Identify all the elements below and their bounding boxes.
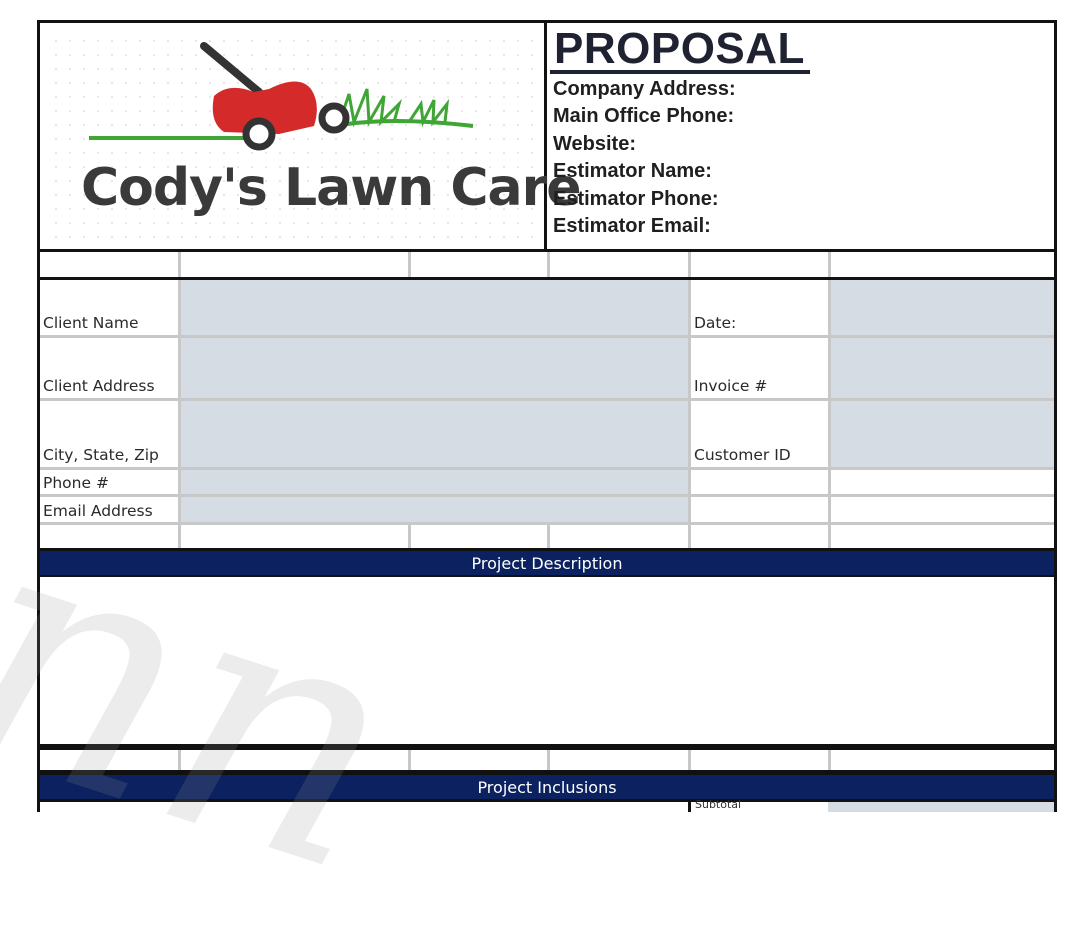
subtotal-label: Subtotal xyxy=(695,798,742,811)
inclusions-row: Subtotal xyxy=(37,798,1057,812)
grid-line xyxy=(178,750,181,770)
lawn-mower-icon xyxy=(89,42,474,151)
grid-line xyxy=(40,494,1054,497)
date-input[interactable] xyxy=(831,280,1054,335)
email-label-cell: Email Address xyxy=(40,497,178,522)
project-inclusions-title: Project Inclusions xyxy=(477,777,617,797)
grid-line xyxy=(40,467,1054,470)
document-title: PROPOSAL xyxy=(554,24,805,73)
grid-line xyxy=(547,750,550,770)
customer-id-label: Customer ID xyxy=(694,446,791,464)
company-info-list: Company Address: Main Office Phone: Webs… xyxy=(553,76,736,240)
customer-id-label-cell: Customer ID xyxy=(691,401,828,467)
estimator-phone-label: Estimator Phone: xyxy=(553,187,719,210)
main-office-phone-label: Main Office Phone: xyxy=(553,105,735,128)
project-inclusions-header: Project Inclusions xyxy=(37,772,1057,802)
city-state-zip-label-cell: City, State, Zip xyxy=(40,401,178,467)
grid-line xyxy=(408,750,411,770)
email-label: Email Address xyxy=(43,502,153,520)
grid-line xyxy=(178,252,181,277)
email-input[interactable] xyxy=(181,497,688,522)
city-state-zip-input[interactable] xyxy=(181,401,688,467)
grid-line xyxy=(688,750,691,770)
grid-line xyxy=(408,252,411,277)
spacer-row xyxy=(37,747,1057,773)
client-address-label: Client Address xyxy=(43,377,155,395)
company-logo: Cody's Lawn Care xyxy=(49,34,582,239)
invoice-input[interactable] xyxy=(831,338,1054,398)
grid-line xyxy=(40,335,1054,338)
grid-line xyxy=(547,525,550,549)
project-description-title: Project Description xyxy=(471,553,623,573)
project-description-input[interactable] xyxy=(37,577,1057,747)
phone-label-cell: Phone # xyxy=(40,470,178,494)
grid-line xyxy=(408,525,411,549)
grid-line xyxy=(828,280,831,549)
estimator-name-label: Estimator Name: xyxy=(553,160,712,183)
company-address-label: Company Address: xyxy=(553,78,736,100)
estimator-email-label: Estimator Email: xyxy=(553,215,711,238)
phone-label: Phone # xyxy=(43,474,109,492)
grid-line xyxy=(40,398,1054,401)
date-label-cell: Date: xyxy=(691,280,828,335)
subtotal-input[interactable] xyxy=(828,802,1054,812)
spacer-row xyxy=(37,252,1057,280)
grid-line xyxy=(688,802,691,812)
company-name: Cody's Lawn Care xyxy=(81,158,582,218)
client-info-section: Client Name Client Address City, State, … xyxy=(37,280,1057,549)
client-name-label-cell: Client Name xyxy=(40,280,178,335)
customer-id-input[interactable] xyxy=(831,401,1054,467)
invoice-label: Invoice # xyxy=(694,377,768,395)
client-address-label-cell: Client Address xyxy=(40,338,178,398)
client-name-label: Client Name xyxy=(43,314,139,332)
grid-line xyxy=(547,252,550,277)
title-underline xyxy=(550,70,810,74)
client-address-input[interactable] xyxy=(181,338,688,398)
grid-line xyxy=(688,252,691,277)
grid-line xyxy=(688,280,691,549)
date-label: Date: xyxy=(694,314,737,332)
invoice-label-cell: Invoice # xyxy=(691,338,828,398)
client-name-input[interactable] xyxy=(181,280,688,335)
website-label: Website: xyxy=(553,132,636,155)
grid-line xyxy=(828,750,831,770)
city-state-zip-label: City, State, Zip xyxy=(43,446,159,464)
grid-line xyxy=(828,252,831,277)
phone-input[interactable] xyxy=(181,470,688,494)
grid-line xyxy=(178,280,181,549)
project-description-header: Project Description xyxy=(37,548,1057,578)
